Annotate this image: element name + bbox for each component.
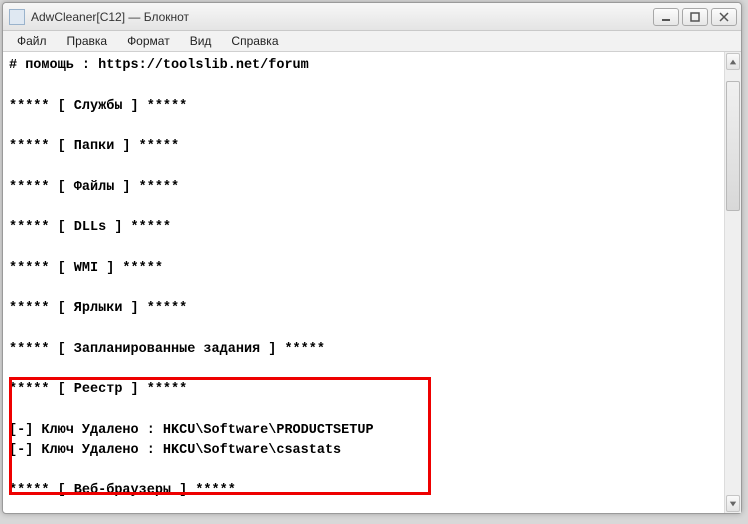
menu-file[interactable]: Файл [7, 32, 57, 50]
log-line: # помощь : https://toolslib.net/forum [9, 58, 309, 73]
window-title: AdwCleaner[C12] — Блокнот [31, 10, 653, 24]
titlebar[interactable]: AdwCleaner[C12] — Блокнот [3, 3, 741, 31]
menubar: Файл Правка Формат Вид Справка [3, 31, 741, 52]
scroll-up-button[interactable] [726, 53, 740, 70]
vertical-scrollbar[interactable] [724, 52, 741, 513]
window-controls [653, 8, 737, 26]
notepad-window: AdwCleaner[C12] — Блокнот Файл Правка Фо… [2, 2, 742, 514]
menu-format[interactable]: Формат [117, 32, 180, 50]
minimize-button[interactable] [653, 8, 679, 26]
menu-view[interactable]: Вид [180, 32, 222, 50]
menu-edit[interactable]: Правка [57, 32, 118, 50]
scroll-thumb[interactable] [726, 81, 740, 211]
content-area: # помощь : https://toolslib.net/forum **… [3, 52, 741, 513]
log-line: ***** [ Запланированные задания ] ***** [9, 342, 325, 357]
close-button[interactable] [711, 8, 737, 26]
maximize-button[interactable] [682, 8, 708, 26]
log-line: ***** [ Ярлыки ] ***** [9, 301, 187, 316]
app-icon [9, 9, 25, 25]
text-editor[interactable]: # помощь : https://toolslib.net/forum **… [3, 52, 724, 513]
log-line: ***** [ Папки ] ***** [9, 139, 179, 154]
log-line: ***** [ Службы ] ***** [9, 99, 187, 114]
scroll-down-button[interactable] [726, 495, 740, 512]
log-line: ***** [ Файлы ] ***** [9, 180, 179, 195]
log-line: ***** [ DLLs ] ***** [9, 220, 171, 235]
log-line: [-] Ключ Удалено : HKCU\Software\csastat… [9, 443, 341, 458]
menu-help[interactable]: Справка [221, 32, 288, 50]
log-line: ***** [ WMI ] ***** [9, 261, 163, 276]
log-line: ***** [ Веб-браузеры ] ***** [9, 483, 236, 498]
log-line: ***** [ Реестр ] ***** [9, 382, 187, 397]
log-line: [-] Ключ Удалено : HKCU\Software\PRODUCT… [9, 423, 374, 438]
scroll-track[interactable] [725, 71, 741, 494]
